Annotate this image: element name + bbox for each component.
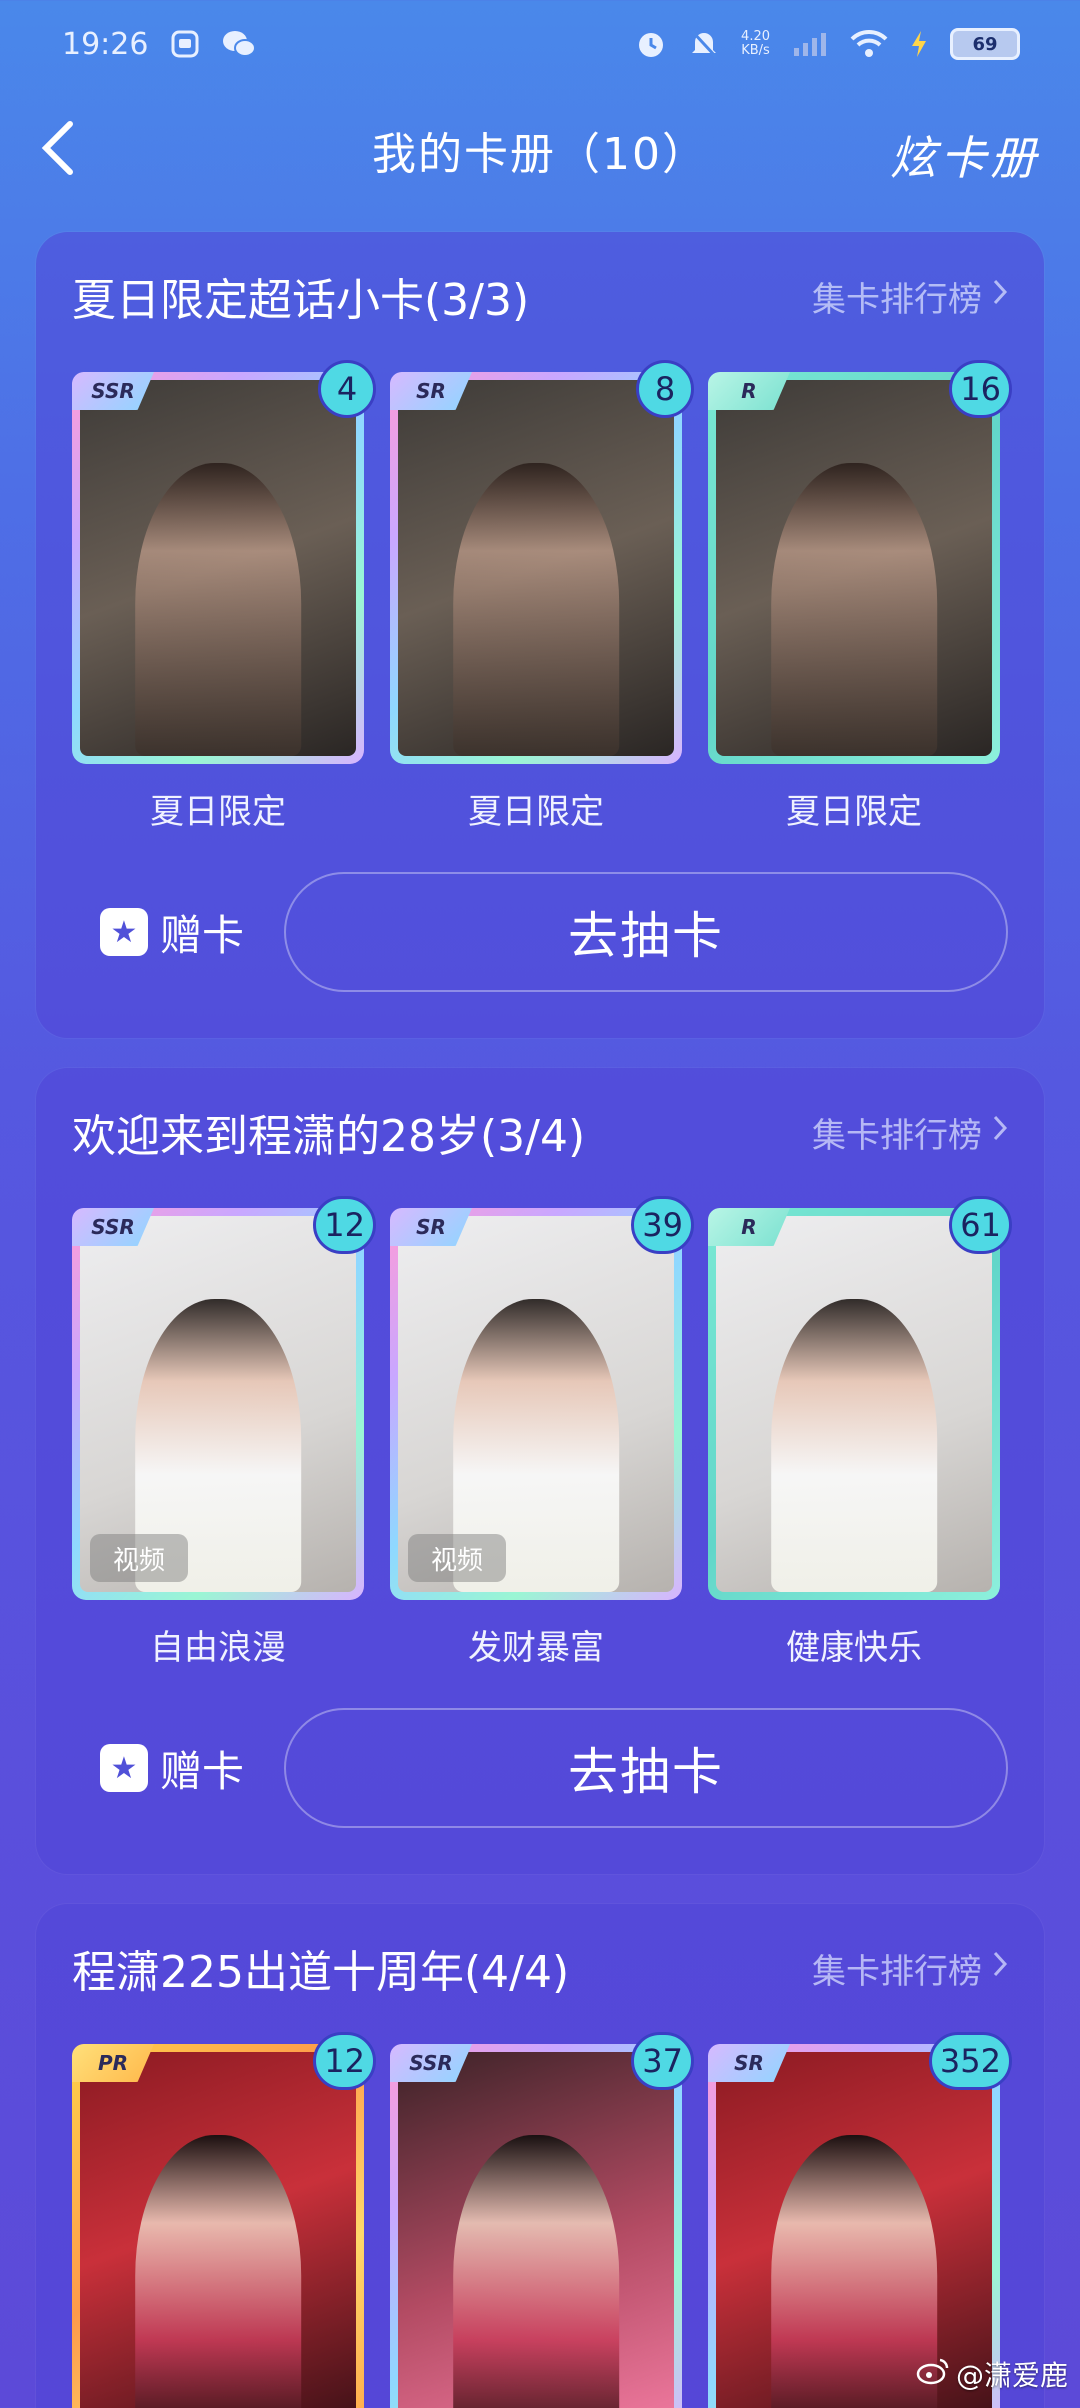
notification-app-icon <box>170 29 200 59</box>
card-label: 健康快乐 <box>786 1628 922 1668</box>
card-count-badge: 16 <box>949 360 1012 418</box>
chevron-right-icon <box>992 1112 1008 1152</box>
card-photo <box>398 2052 674 2408</box>
photo-card[interactable]: PR 12 <box>72 2032 376 2408</box>
status-bar: 19:26 4.20 KB/s 69 <box>0 0 1080 88</box>
photo-card[interactable]: R 61 健康快乐 <box>708 1196 1012 1669</box>
video-tag: 视频 <box>90 1534 188 1582</box>
card-set-section: 程潇225出道十周年(4/4) 集卡排行榜 PR 12 SSR 37 SR 35… <box>36 1904 1044 2408</box>
chevron-left-icon <box>38 118 78 182</box>
photo-card[interactable]: SSR 4 夏日限定 <box>72 360 376 833</box>
card-count-badge: 12 <box>313 1196 376 1254</box>
video-tag: 视频 <box>408 1534 506 1582</box>
card-count-badge: 8 <box>636 360 694 418</box>
chevron-right-icon <box>992 1948 1008 1988</box>
chevron-right-icon <box>992 276 1008 316</box>
draw-card-button[interactable]: 去抽卡 <box>284 872 1008 992</box>
card-photo <box>398 380 674 756</box>
card-photo <box>716 380 992 756</box>
watermark: @潇爱鹿 <box>916 2354 1068 2394</box>
card-count-badge: 12 <box>313 2032 376 2090</box>
card-count-badge: 4 <box>318 360 376 418</box>
photo-card[interactable]: 视频 SSR 12 自由浪漫 <box>72 1196 376 1669</box>
gift-card-button[interactable]: ★ 赠卡 <box>72 902 272 963</box>
photo-card[interactable]: SR 8 夏日限定 <box>390 360 694 833</box>
status-time: 19:26 <box>62 26 149 62</box>
alarm-icon <box>635 28 667 60</box>
card-count-badge: 352 <box>928 2032 1012 2090</box>
ranking-link[interactable]: 集卡排行榜 <box>812 1108 1008 1157</box>
section-title: 程潇225出道十周年(4/4) <box>72 1947 570 1998</box>
back-button[interactable] <box>38 120 98 180</box>
wifi-icon <box>850 29 888 59</box>
card-photo <box>80 2052 356 2408</box>
card-set-section: 欢迎来到程潇的28岁(3/4) 集卡排行榜 视频 SSR 12 自由浪漫 视频 … <box>36 1068 1044 1874</box>
card-label: 夏日限定 <box>150 792 286 832</box>
card-photo: 视频 <box>80 1216 356 1592</box>
card-count-badge: 39 <box>631 1196 694 1254</box>
card-photo <box>716 1216 992 1592</box>
network-speed: 4.20 KB/s <box>741 29 770 58</box>
section-title: 欢迎来到程潇的28岁(3/4) <box>72 1111 586 1162</box>
card-label: 夏日限定 <box>786 792 922 832</box>
signal-icon <box>792 30 828 58</box>
ranking-link[interactable]: 集卡排行榜 <box>812 1944 1008 1993</box>
section-title: 夏日限定超话小卡(3/3) <box>72 275 530 326</box>
draw-card-button[interactable]: 去抽卡 <box>284 1708 1008 1828</box>
show-album-button[interactable]: 炫卡册 <box>890 122 1040 188</box>
star-gift-icon: ★ <box>99 1744 148 1792</box>
card-photo: 视频 <box>398 1216 674 1592</box>
photo-card[interactable]: SSR 37 <box>390 2032 694 2408</box>
wechat-icon <box>222 29 257 59</box>
card-label: 自由浪漫 <box>150 1628 286 1668</box>
card-label: 发财暴富 <box>468 1628 604 1668</box>
weibo-icon <box>916 2357 950 2392</box>
card-set-section: 夏日限定超话小卡(3/3) 集卡排行榜 SSR 4 夏日限定 SR 8 夏日限定 <box>36 232 1044 1038</box>
photo-card[interactable]: 视频 SR 39 发财暴富 <box>390 1196 694 1669</box>
nav-bar: 我的卡册（10） 炫卡册 <box>0 100 1080 200</box>
card-label: 夏日限定 <box>468 792 604 832</box>
ranking-link[interactable]: 集卡排行榜 <box>812 272 1008 321</box>
photo-card[interactable]: R 16 夏日限定 <box>708 360 1012 833</box>
card-count-badge: 61 <box>949 1196 1012 1254</box>
battery-indicator: 69 <box>950 28 1020 60</box>
card-photo <box>80 380 356 756</box>
card-count-badge: 37 <box>631 2032 694 2090</box>
page-title: 我的卡册（10） <box>372 129 708 180</box>
charging-icon <box>910 29 928 59</box>
star-gift-icon: ★ <box>99 908 148 956</box>
gift-card-button[interactable]: ★ 赠卡 <box>72 1738 272 1799</box>
mute-icon <box>689 28 719 60</box>
